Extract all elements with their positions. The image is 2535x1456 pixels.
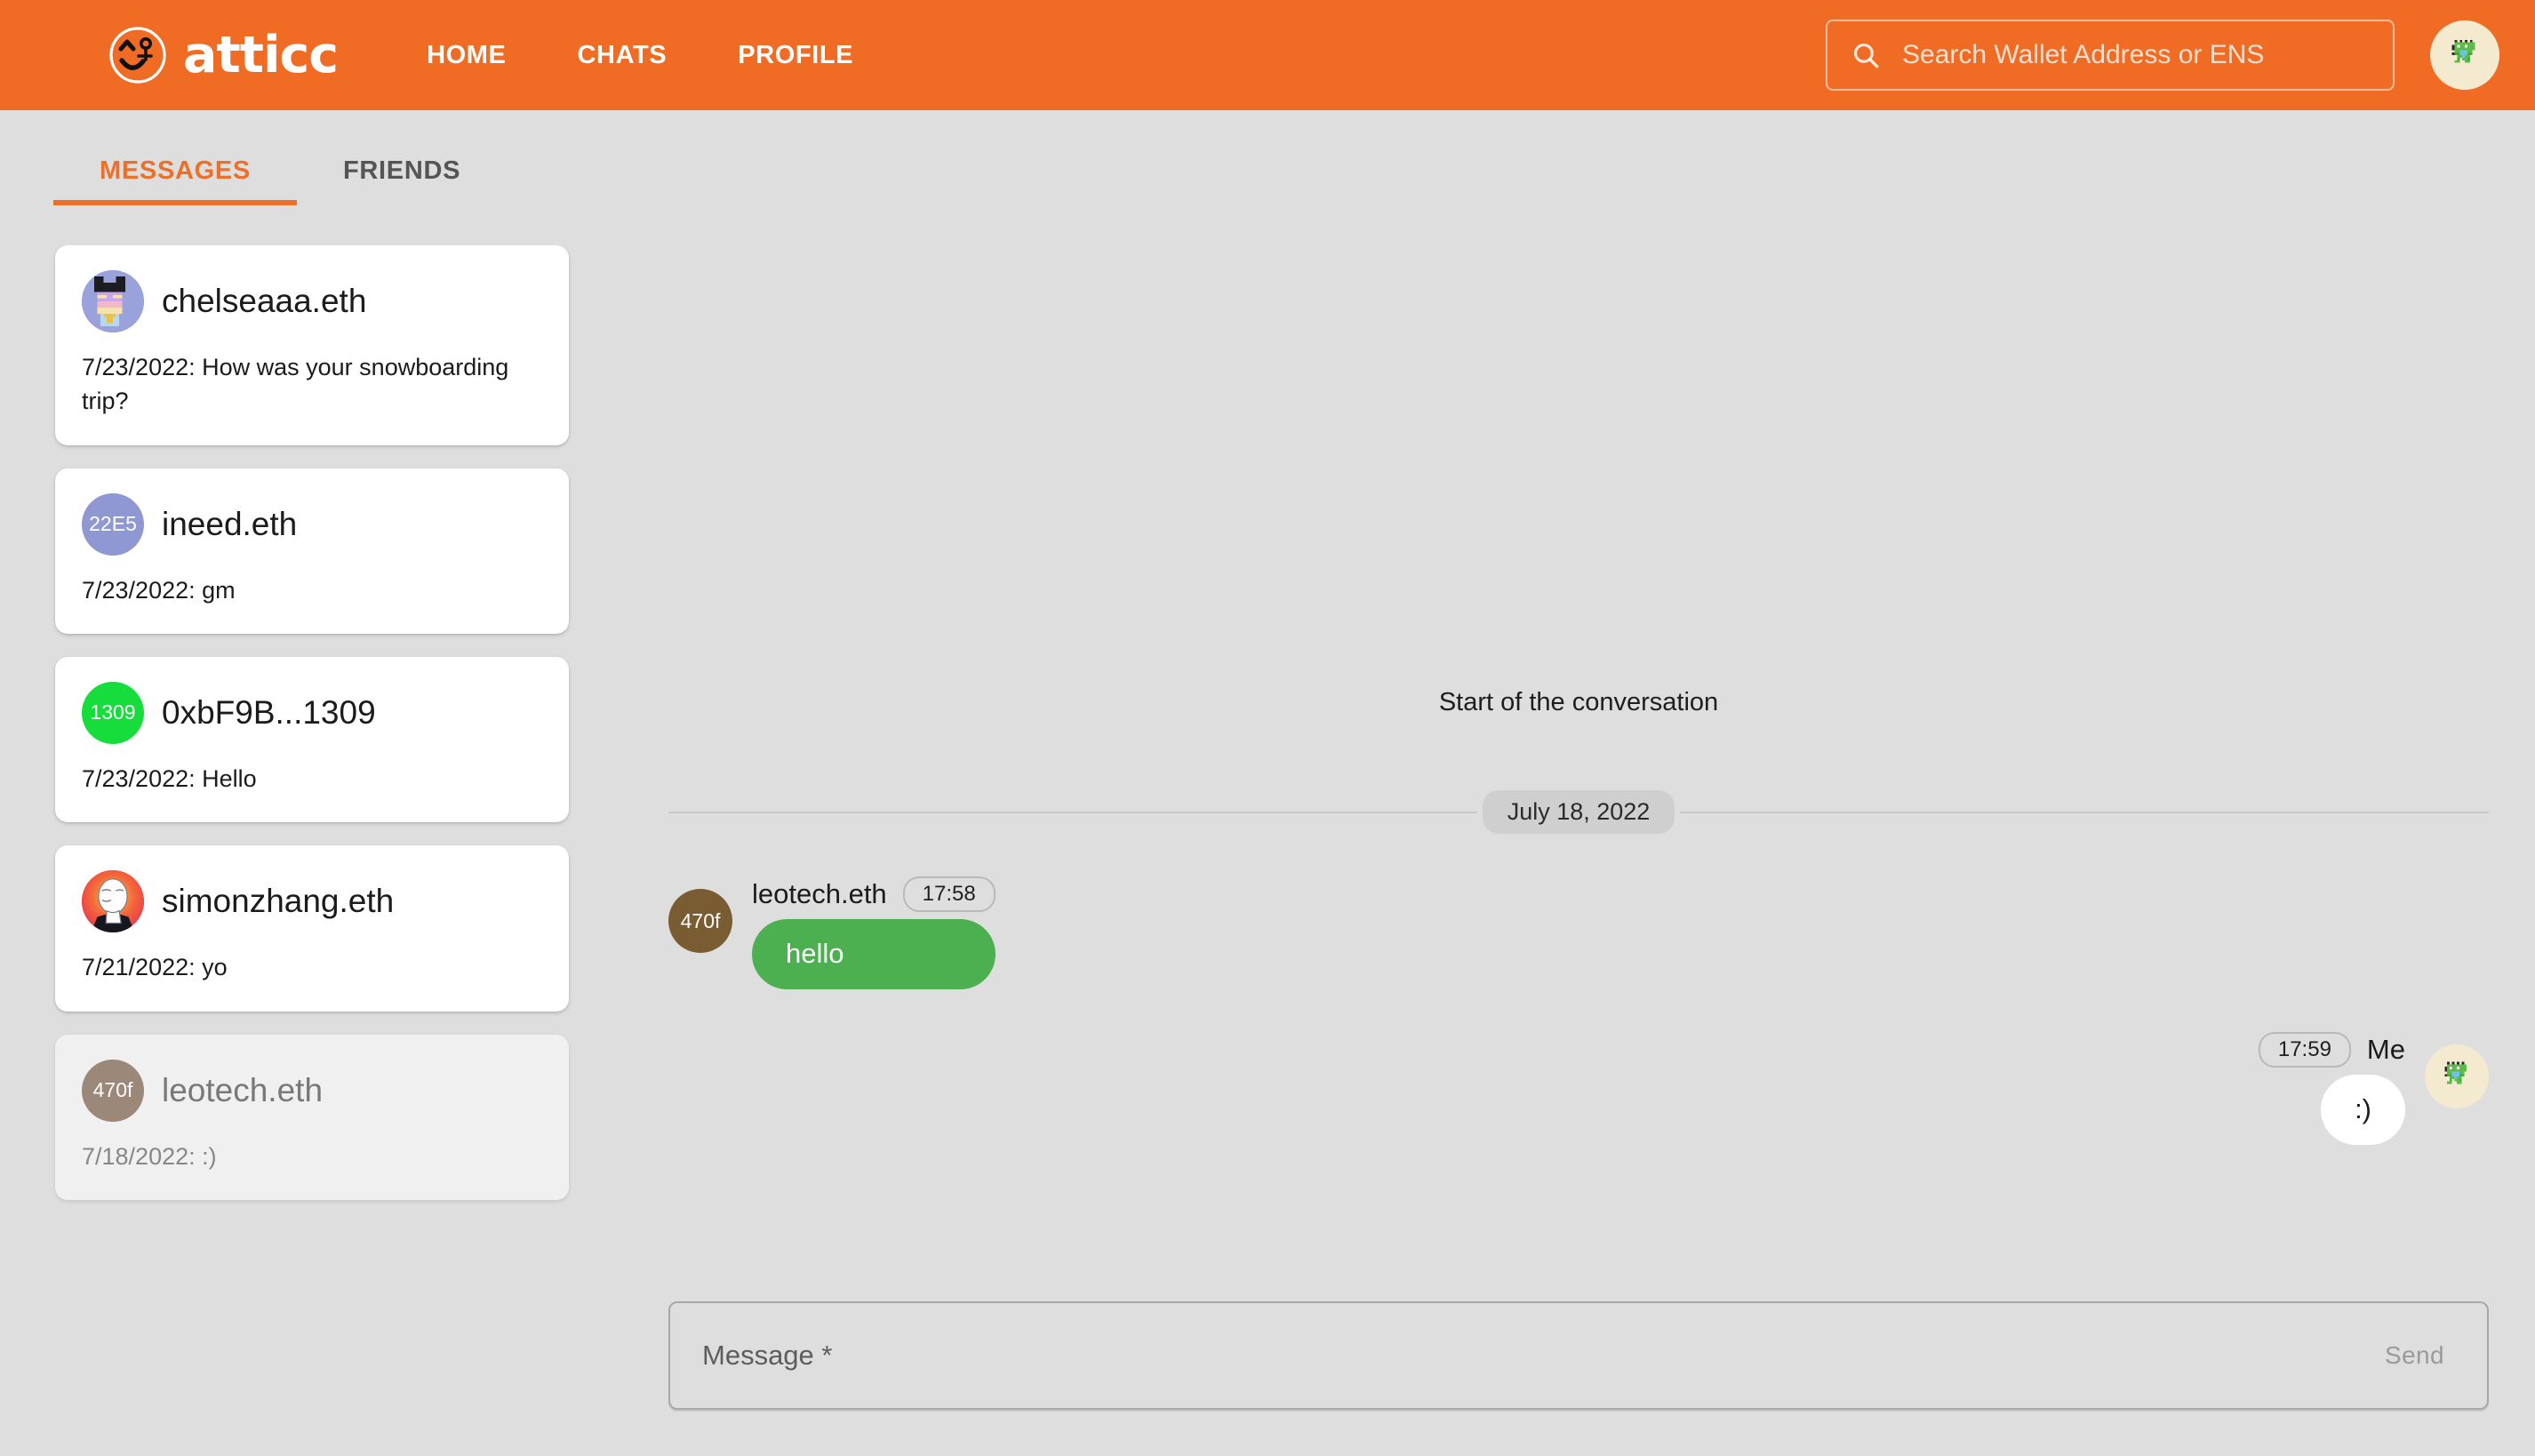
page-body: MESSAGES FRIENDS chelseaaa.eth 7/23/2022… [0, 110, 2535, 1456]
tab-messages[interactable]: MESSAGES [53, 148, 297, 205]
conversation-header: simonzhang.eth [82, 870, 542, 933]
search-box[interactable] [1826, 20, 2395, 91]
pixel-creature-avatar-icon [2444, 35, 2485, 76]
nav-link-home[interactable]: HOME [391, 41, 541, 70]
account-avatar[interactable] [2430, 20, 2499, 90]
avatar: 470f [82, 1059, 144, 1122]
date-chip: July 18, 2022 [1482, 790, 1675, 834]
message-time-chip: 17:58 [902, 876, 996, 912]
message-row-incoming: 470f leotech.eth 17:58 hello [668, 876, 2489, 989]
avatar [82, 270, 144, 332]
chat-pane: Start of the conversation July 18, 2022 … [622, 110, 2535, 1456]
conversation-header: chelseaaa.eth [82, 270, 542, 332]
divider-rule-right [1680, 811, 2489, 813]
message-avatar [2425, 1044, 2489, 1108]
conversation-name: simonzhang.eth [162, 883, 395, 920]
conversation-name: leotech.eth [162, 1071, 324, 1108]
avatar: 22E5 [82, 492, 144, 556]
date-divider: July 18, 2022 [668, 790, 2489, 834]
message-author: Me [2366, 1033, 2405, 1065]
message-column: leotech.eth 17:58 hello [732, 876, 996, 989]
conversation-name: ineed.eth [162, 505, 298, 542]
conversation-list[interactable]: chelseaaa.eth 7/23/2022: How was your sn… [0, 245, 622, 1456]
conversation-header: 22E5 ineed.eth [82, 492, 542, 556]
message-input[interactable] [700, 1339, 2355, 1372]
list-item[interactable]: 1309 0xbF9B...1309 7/23/2022: Hello [55, 656, 569, 823]
message-meta: leotech.eth 17:58 [752, 876, 996, 912]
conversation-header: 470f leotech.eth [82, 1059, 542, 1122]
message-avatar: 470f [668, 889, 732, 953]
avatar [82, 870, 144, 933]
pixel-creature-avatar-icon [2437, 1057, 2476, 1096]
conversation-name: 0xbF9B...1309 [162, 693, 376, 731]
nav-link-profile[interactable]: PROFILE [702, 41, 889, 70]
list-item[interactable]: simonzhang.eth 7/21/2022: yo [55, 845, 569, 1012]
conversation-preview: 7/23/2022: How was your snowboarding tri… [82, 354, 509, 415]
header-right [1826, 0, 2499, 110]
list-item-selected[interactable]: 470f leotech.eth 7/18/2022: :) [55, 1034, 569, 1200]
send-button[interactable]: Send [2355, 1320, 2475, 1391]
brand[interactable]: atticc [108, 25, 339, 84]
message-scroll-area[interactable]: Start of the conversation July 18, 2022 … [622, 110, 2535, 1291]
app-header: atticc HOME CHATS PROFILE [0, 0, 2535, 110]
message-composer[interactable]: Send [668, 1301, 2489, 1410]
brand-name: atticc [183, 25, 339, 84]
message-author: leotech.eth [752, 878, 887, 909]
divider-rule-left [668, 811, 1477, 813]
avatar: 1309 [82, 681, 144, 744]
nav-link-chats[interactable]: CHATS [541, 41, 702, 70]
message-column: 17:59 Me :) [2258, 1031, 2425, 1145]
conversations-pane: MESSAGES FRIENDS chelseaaa.eth 7/23/2022… [0, 110, 622, 1456]
conversation-tabs: MESSAGES FRIENDS [53, 148, 622, 205]
message-bubble[interactable]: :) [2321, 1074, 2405, 1145]
message-row-outgoing: 17:59 Me :) [668, 1031, 2489, 1145]
list-item[interactable]: 22E5 ineed.eth 7/23/2022: gm [55, 468, 569, 634]
main-nav: HOME CHATS PROFILE [391, 41, 889, 70]
list-item[interactable]: chelseaaa.eth 7/23/2022: How was your sn… [55, 245, 569, 445]
atticc-smiley-logo-icon [108, 26, 167, 84]
search-icon [1851, 40, 1881, 70]
message-meta: 17:59 Me [2258, 1031, 2405, 1068]
conversation-name: chelseaaa.eth [162, 283, 367, 319]
search-input[interactable] [1900, 39, 2370, 71]
conversation-preview: 7/18/2022: :) [82, 1142, 217, 1170]
conversation-preview: 7/23/2022: gm [82, 576, 236, 604]
message-time-chip: 17:59 [2258, 1031, 2351, 1068]
tab-friends[interactable]: FRIENDS [297, 148, 507, 205]
message-bubble[interactable]: hello [752, 919, 996, 989]
conversation-start-label: Start of the conversation [1438, 688, 1719, 716]
conversation-preview: 7/23/2022: Hello [82, 764, 257, 792]
conversation-preview: 7/21/2022: yo [82, 954, 228, 981]
conversation-header: 1309 0xbF9B...1309 [82, 681, 542, 744]
